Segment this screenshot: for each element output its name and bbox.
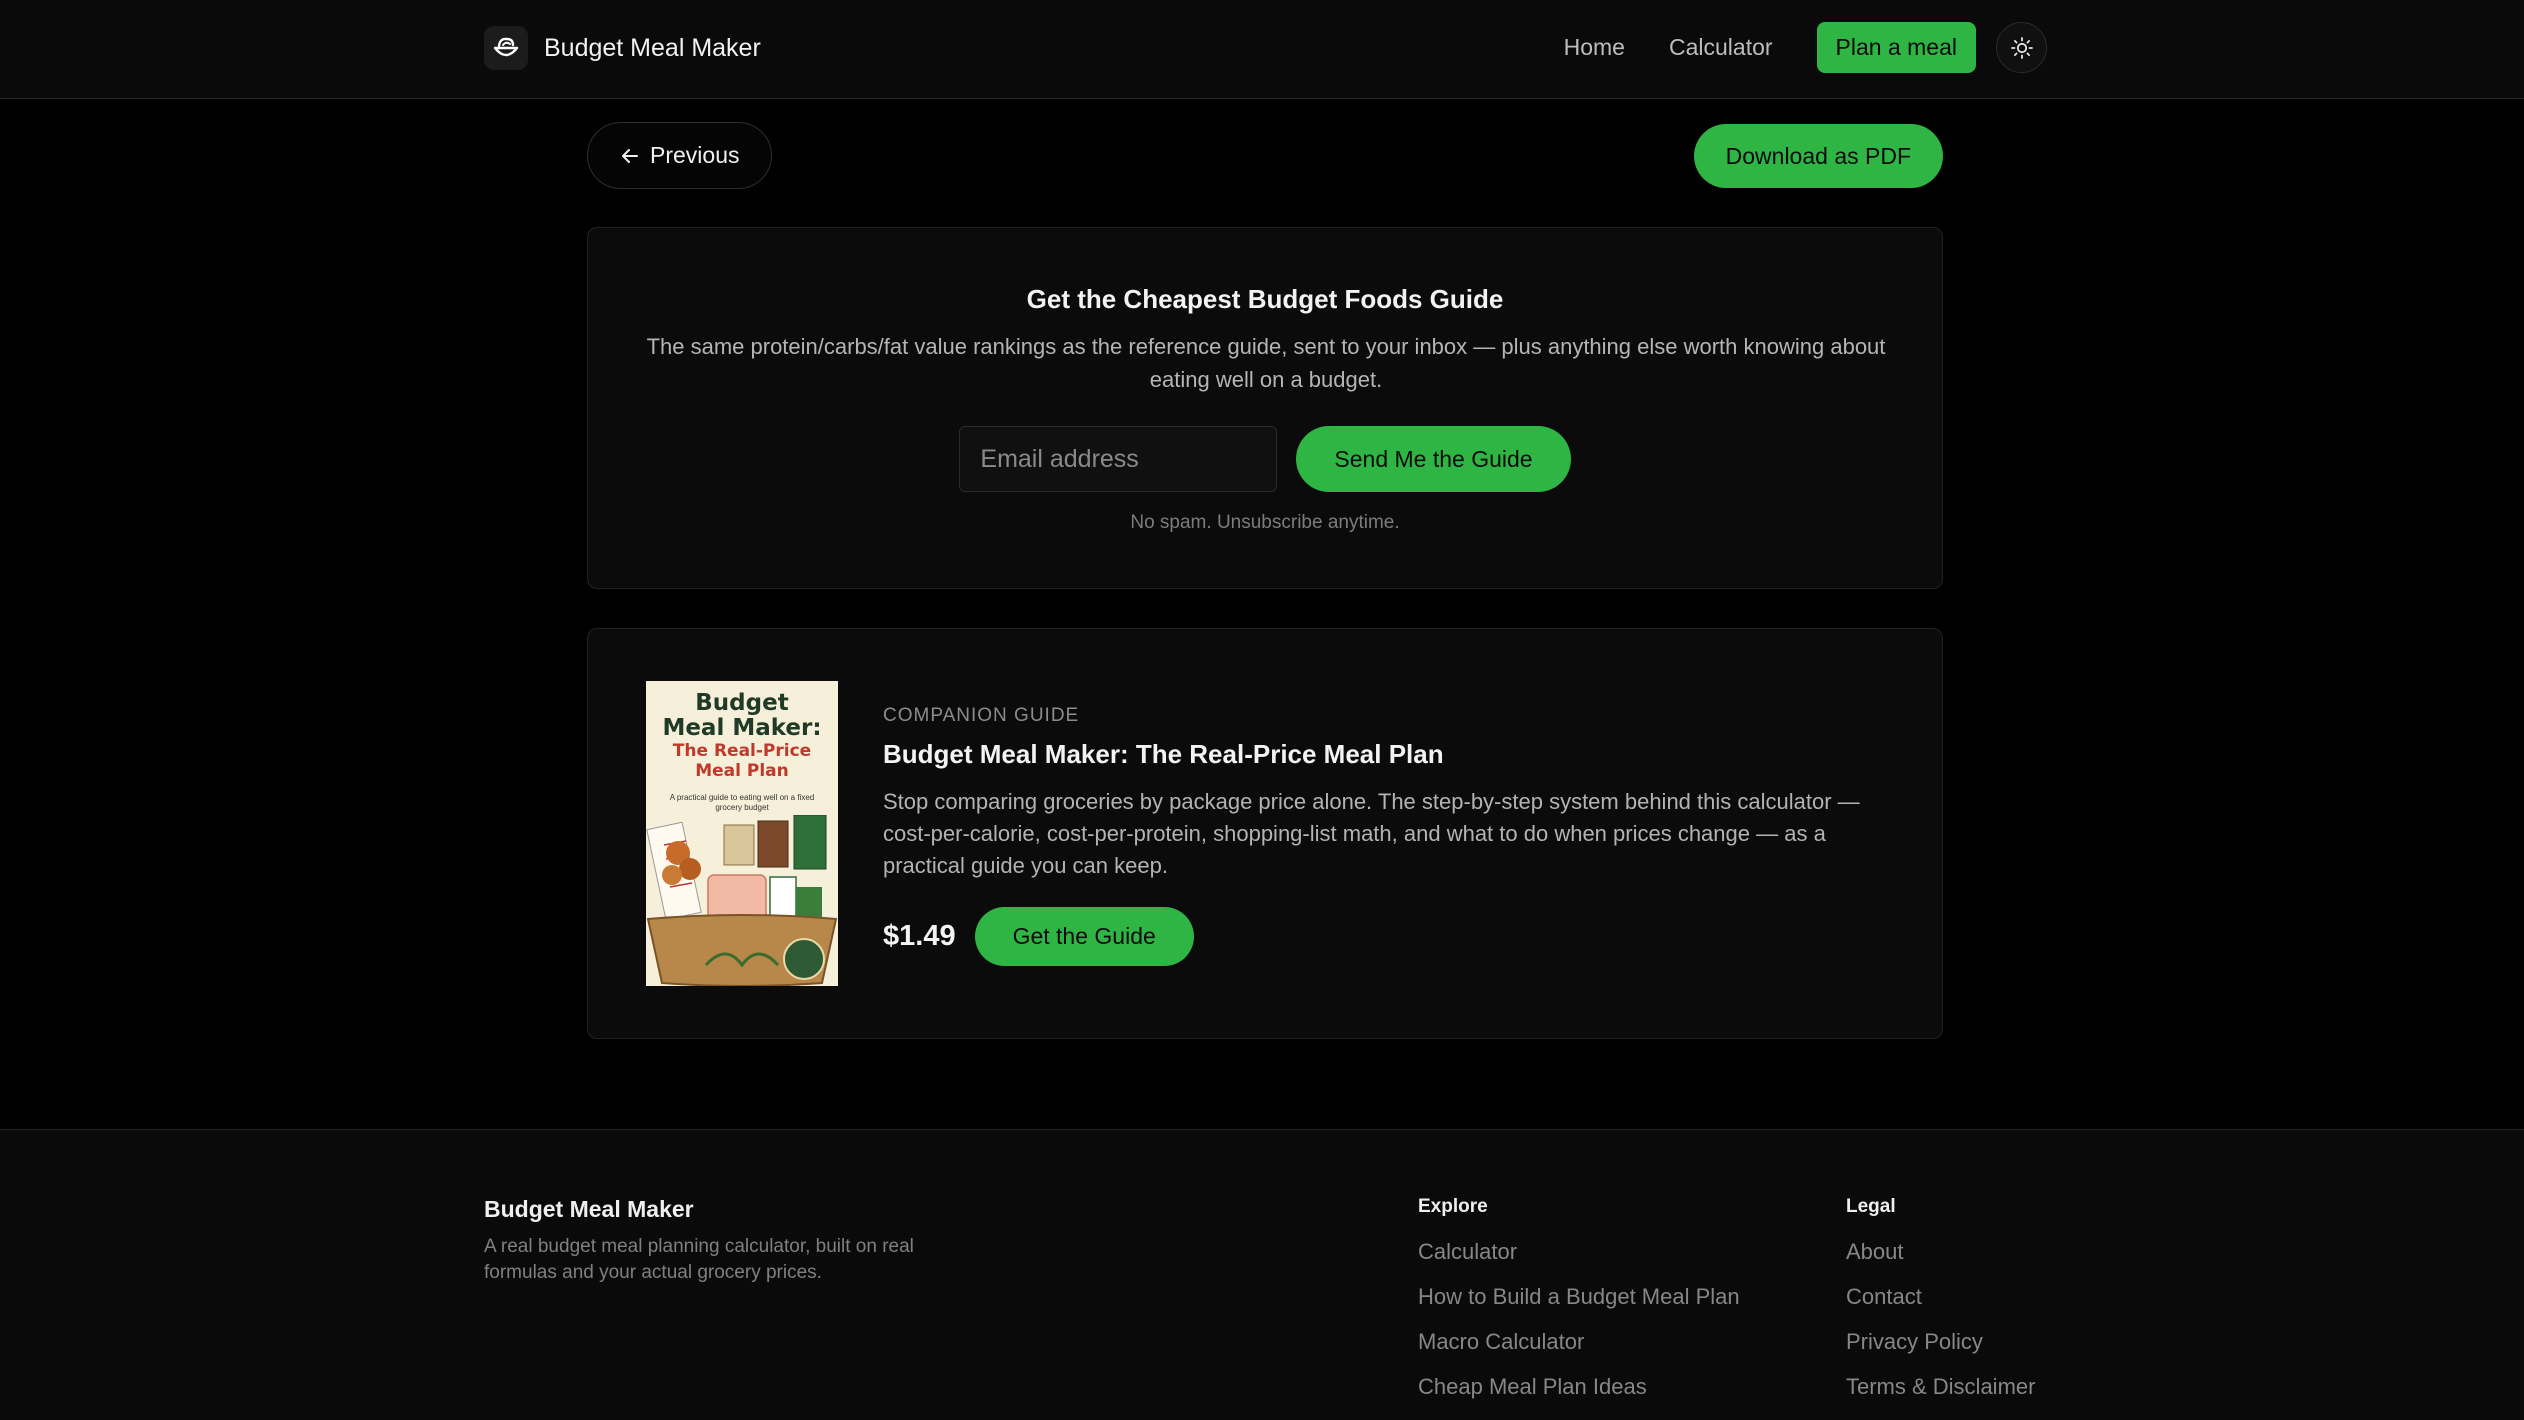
main-nav: Home Calculator Plan a meal <box>1564 22 2047 73</box>
brand-link[interactable]: Budget Meal Maker <box>484 26 761 70</box>
previous-button[interactable]: Previous <box>587 122 773 189</box>
no-spam-note: No spam. Unsubscribe anytime. <box>1130 512 1400 533</box>
site-footer: Budget Meal Maker A real budget meal pla… <box>0 1129 2524 1420</box>
plan-meal-button[interactable]: Plan a meal <box>1816 22 1976 73</box>
footer-brand: Budget Meal Maker <box>484 1196 694 1222</box>
footer-explore-heading: Explore <box>1418 1196 1488 1217</box>
download-pdf-button[interactable]: Download as PDF <box>1693 124 1943 188</box>
theme-toggle-button[interactable] <box>1996 22 2047 73</box>
footer-link-terms[interactable]: Terms & Disclaimer <box>1846 1375 2035 1420</box>
sun-icon <box>2010 36 2033 59</box>
footer-link-privacy[interactable]: Privacy Policy <box>1846 1330 2035 1375</box>
footer-link-cheap-meal-ideas[interactable]: Cheap Meal Plan Ideas <box>1418 1375 1740 1420</box>
signup-description: The same protein/carbs/fat value ranking… <box>646 334 1886 392</box>
bowl-logo-icon <box>484 26 528 70</box>
purchase-row: $1.49 Get the Guide <box>883 907 1194 966</box>
get-guide-button[interactable]: Get the Guide <box>974 907 1194 966</box>
grocery-bag-illustration <box>646 815 838 986</box>
companion-guide-kicker: COMPANION GUIDE <box>883 705 1080 726</box>
book-cover-image[interactable]: Budget Meal Maker: The Real-Price Meal P… <box>646 681 838 986</box>
cover-title: Budget Meal Maker: <box>662 690 822 741</box>
product-price: $1.49 <box>883 920 956 952</box>
nav-home-link[interactable]: Home <box>1564 34 1625 61</box>
nav-calculator-link[interactable]: Calculator <box>1669 34 1773 61</box>
arrow-left-icon <box>622 148 638 163</box>
footer-link-build-meal-plan[interactable]: How to Build a Budget Meal Plan <box>1418 1285 1740 1330</box>
email-signup-card: Get the Cheapest Budget Foods Guide The … <box>587 227 1943 589</box>
footer-link-contact[interactable]: Contact <box>1846 1285 2035 1330</box>
footer-link-about[interactable]: About <box>1846 1240 2035 1285</box>
footer-description: A real budget meal planning calculator, … <box>484 1236 914 1283</box>
footer-legal-heading: Legal <box>1846 1196 1896 1217</box>
signup-title: Get the Cheapest Budget Foods Guide <box>1026 284 1504 314</box>
footer-link-calculator[interactable]: Calculator <box>1418 1240 1740 1285</box>
footer-legal-column: Legal About Contact Privacy Policy Terms… <box>1846 1196 2035 1420</box>
footer-link-macro-calculator[interactable]: Macro Calculator <box>1418 1330 1740 1375</box>
product-title: Budget Meal Maker: The Real-Price Meal P… <box>883 739 1444 769</box>
brand-name: Budget Meal Maker <box>544 33 761 62</box>
signup-form: Send Me the Guide <box>588 426 1942 492</box>
product-description: Stop comparing groceries by package pric… <box>883 789 1860 878</box>
cover-tagline: A practical guide to eating well on a fi… <box>669 793 815 812</box>
top-navbar: Budget Meal Maker Home Calculator Plan a… <box>0 0 2524 99</box>
email-input[interactable] <box>959 426 1278 492</box>
send-guide-button[interactable]: Send Me the Guide <box>1296 426 1571 492</box>
previous-label: Previous <box>650 142 740 168</box>
footer-explore-column: Explore Calculator How to Build a Budget… <box>1418 1196 1740 1420</box>
companion-guide-card: Budget Meal Maker: The Real-Price Meal P… <box>587 628 1943 1039</box>
cover-subtitle: The Real-Price Meal Plan <box>672 741 812 781</box>
